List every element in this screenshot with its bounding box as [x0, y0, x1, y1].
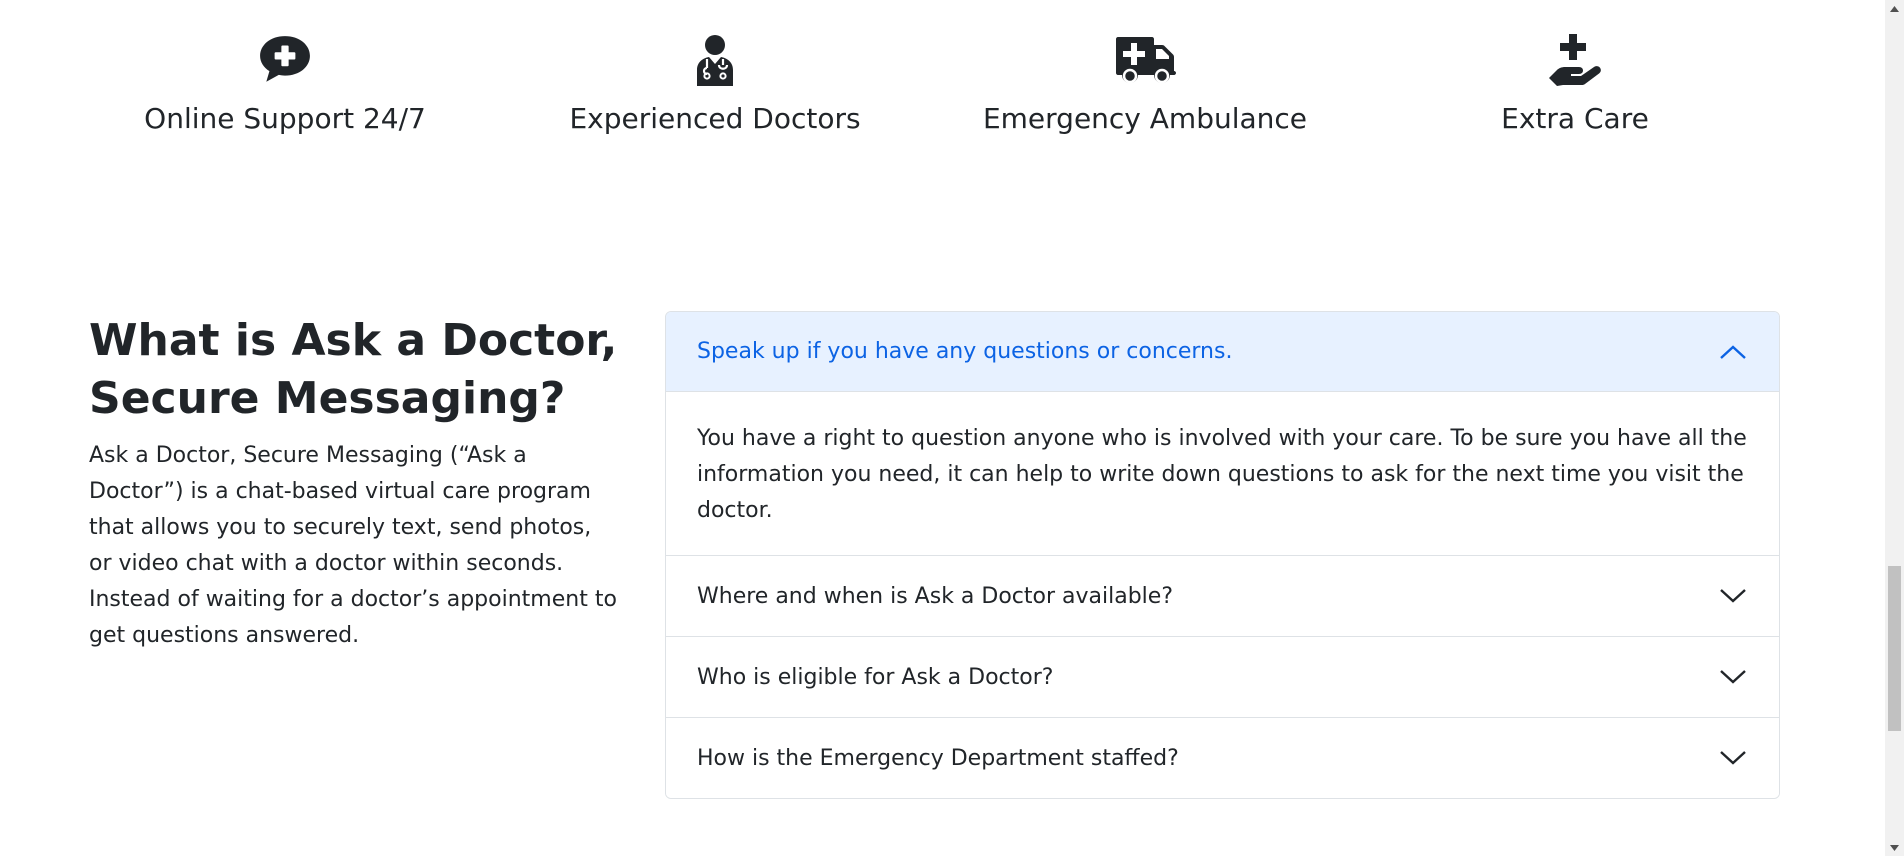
accordion-question: How is the Emergency Department staffed? — [697, 745, 1179, 771]
feature-extra-care: Extra Care — [1360, 34, 1790, 144]
page: Online Support 24/7 Experienced Doctors — [0, 0, 1904, 856]
accordion-item: How is the Emergency Department staffed? — [666, 717, 1779, 798]
scroll-up-arrow-icon[interactable] — [1885, 0, 1904, 17]
hand-holding-medical-icon — [1547, 34, 1603, 90]
ambulance-icon — [1114, 34, 1176, 90]
feature-label: Emergency Ambulance — [982, 102, 1308, 135]
feature-label: Extra Care — [1501, 102, 1649, 135]
accordion-body: You have a right to question anyone who … — [697, 426, 1747, 523]
chevron-down-icon — [1718, 748, 1748, 768]
feature-online-support: Online Support 24/7 — [70, 34, 500, 144]
feature-emergency-ambulance: Emergency Ambulance — [930, 34, 1360, 144]
accordion-question: Speak up if you have any questions or co… — [697, 339, 1233, 364]
chevron-up-icon — [1718, 342, 1748, 362]
chevron-down-icon — [1718, 667, 1748, 687]
section-title: What is Ask a Doctor, Secure Messaging? — [89, 315, 618, 424]
accordion-item: Speak up if you have any questions or co… — [666, 312, 1779, 555]
section-description: Ask a Doctor, Secure Messaging (“Ask a D… — [89, 443, 617, 648]
accordion-item: Who is eligible for Ask a Doctor? — [666, 636, 1779, 717]
accordion-header-availability[interactable]: Where and when is Ask a Doctor available… — [666, 556, 1779, 636]
scroll-down-arrow-icon[interactable] — [1885, 839, 1904, 856]
chevron-down-icon — [1718, 586, 1748, 606]
about-section: What is Ask a Doctor, Secure Messaging? … — [89, 312, 619, 654]
feature-label: Online Support 24/7 — [144, 102, 426, 135]
accordion-question: Who is eligible for Ask a Doctor? — [697, 664, 1054, 690]
feature-experienced-doctors: Experienced Doctors — [500, 34, 930, 144]
accordion-header-speak-up[interactable]: Speak up if you have any questions or co… — [666, 312, 1779, 392]
doctor-icon — [692, 34, 738, 90]
features-row: Online Support 24/7 Experienced Doctors — [70, 34, 1790, 144]
accordion-item: Where and when is Ask a Doctor available… — [666, 555, 1779, 636]
accordion-header-staffing[interactable]: How is the Emergency Department staffed? — [666, 718, 1779, 798]
chat-plus-icon — [258, 34, 312, 90]
scrollbar-thumb[interactable] — [1888, 566, 1901, 731]
accordion-question: Where and when is Ask a Doctor available… — [697, 583, 1173, 609]
accordion-header-eligibility[interactable]: Who is eligible for Ask a Doctor? — [666, 637, 1779, 717]
faq-accordion: Speak up if you have any questions or co… — [665, 311, 1780, 799]
vertical-scrollbar[interactable] — [1885, 0, 1904, 856]
feature-label: Experienced Doctors — [569, 102, 861, 135]
